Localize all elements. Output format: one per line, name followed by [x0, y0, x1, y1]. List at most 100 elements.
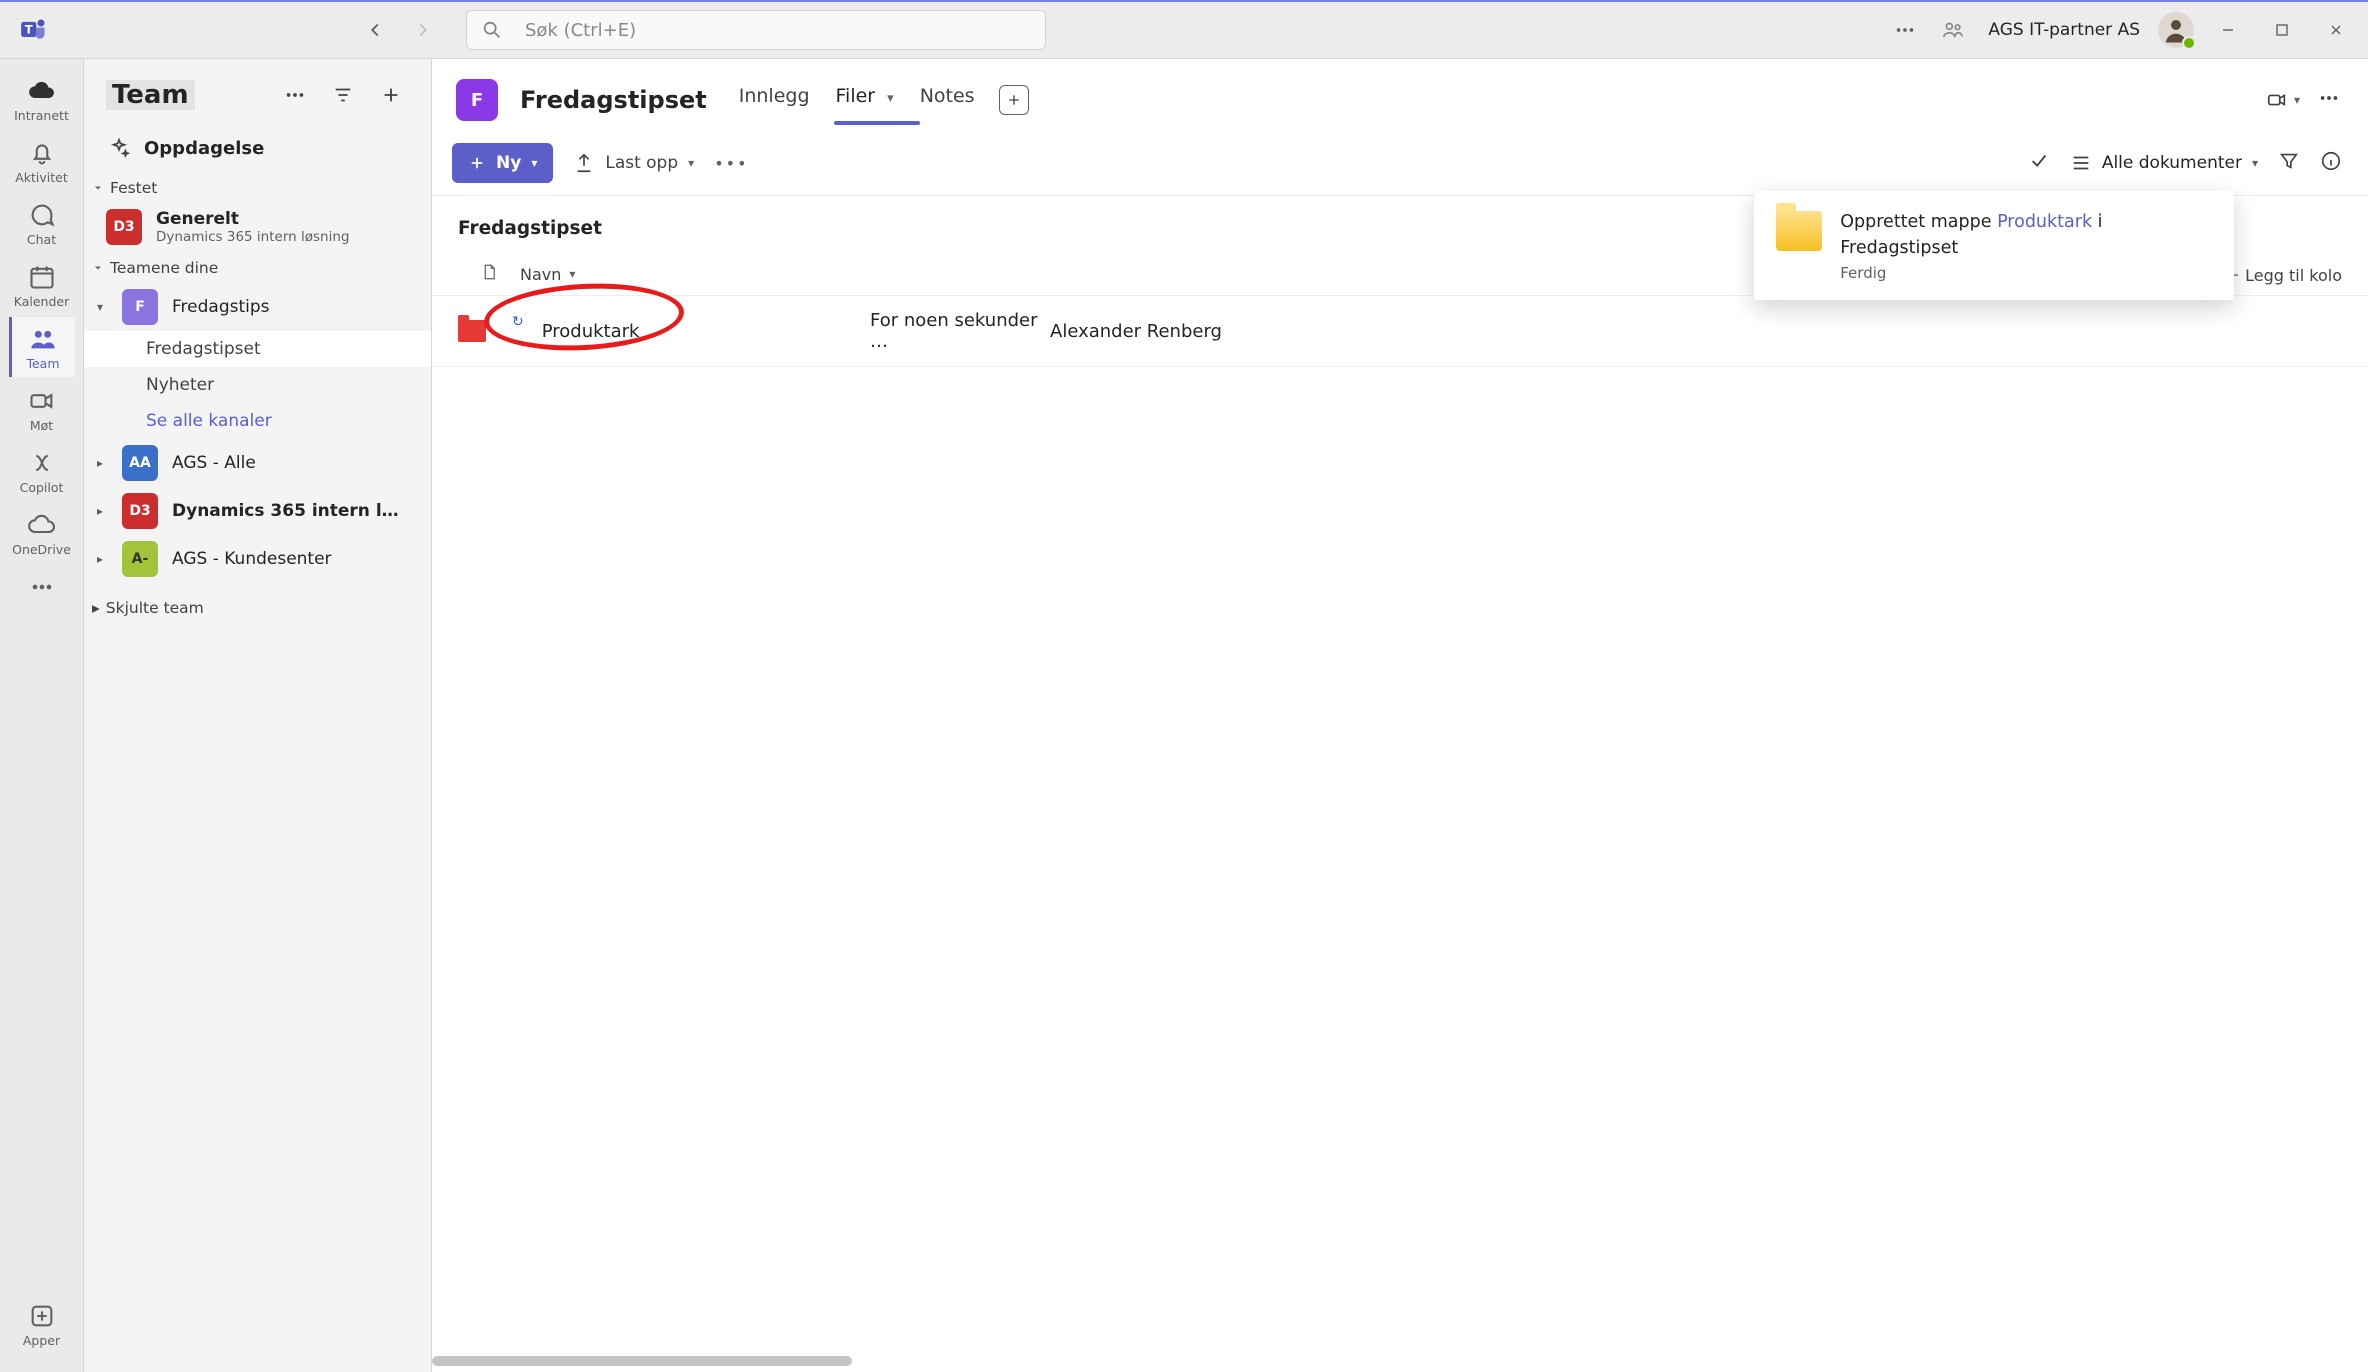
horizontal-scrollbar[interactable]	[432, 1356, 2368, 1366]
panel-filter-button[interactable]	[325, 77, 361, 113]
rail-copilot[interactable]: Copilot	[9, 441, 75, 501]
toast-message: Opprettet mappe Produktark i Fredagstips…	[1840, 209, 2212, 262]
tenant-name: AGS IT-partner AS	[1988, 20, 2140, 40]
tab-posts[interactable]: Innlegg	[737, 75, 812, 125]
chevron-down-icon: ▾	[2294, 93, 2300, 107]
cloud-outline-icon	[28, 511, 56, 539]
rail-kalender[interactable]: Kalender	[9, 255, 75, 315]
team-ags-alle[interactable]: ▸ AA AGS - Alle	[84, 439, 431, 487]
chevron-down-icon: ▾	[2252, 156, 2258, 170]
search-input[interactable]	[525, 20, 1031, 41]
channel-more-button[interactable]	[2318, 87, 2340, 113]
nav-back-button[interactable]	[354, 9, 396, 51]
toast-folder-created: Opprettet mappe Produktark i Fredagstips…	[1754, 191, 2234, 300]
sync-icon: ↻	[512, 314, 524, 330]
chevron-down-icon: ▾	[531, 156, 537, 170]
rail-team[interactable]: Team	[9, 317, 75, 377]
panel-more-button[interactable]	[277, 77, 313, 113]
plus-icon	[468, 154, 486, 172]
panel-add-button[interactable]	[373, 77, 409, 113]
see-all-channels[interactable]: Se alle kanaler	[84, 403, 431, 439]
file-row-produktark[interactable]: ↻ Produktark For noen sekunder … Alexand…	[432, 296, 2368, 367]
main-content: F Fredagstipset Innlegg Filer ▾ Notes ▾	[432, 59, 2368, 1372]
team-d365[interactable]: ▸ D3 Dynamics 365 intern l…	[84, 487, 431, 535]
column-type-icon[interactable]	[458, 261, 520, 287]
upload-icon	[573, 152, 595, 174]
upload-button[interactable]: Last opp ▾	[573, 152, 694, 174]
channel-fredagstipset[interactable]: Fredagstipset	[84, 331, 431, 367]
panel-title: Team	[106, 80, 195, 110]
chevron-down-icon: ▾	[887, 91, 894, 106]
video-icon	[2266, 89, 2288, 111]
chevron-right-icon: ▸	[92, 504, 108, 518]
rail-chat[interactable]: Chat	[9, 193, 75, 253]
add-column-button[interactable]: ＋ Legg til kolo	[2224, 262, 2342, 286]
teams-logo-icon: T	[16, 12, 52, 48]
team-badge: AA	[122, 445, 158, 481]
apps-icon	[28, 1302, 56, 1330]
rail-aktivitet[interactable]: Aktivitet	[9, 131, 75, 191]
chevron-down-icon: ▾	[92, 300, 108, 314]
chevron-right-icon: ▸	[92, 552, 108, 566]
section-your-teams[interactable]: Teamene dine	[84, 251, 431, 283]
rail-intranett[interactable]: Intranett	[9, 69, 75, 129]
window-minimize-button[interactable]	[2204, 9, 2252, 51]
bell-icon	[28, 139, 56, 167]
more-icon	[28, 573, 56, 601]
new-button[interactable]: Ny ▾	[452, 143, 553, 183]
more-options-button[interactable]	[1884, 9, 1926, 51]
teams-panel: Team Oppdagelse Festet D3 Generelt Dynam…	[84, 59, 432, 1372]
team-badge: D3	[122, 493, 158, 529]
tab-notes[interactable]: Notes	[918, 75, 977, 125]
chevron-down-icon: ▾	[569, 267, 575, 281]
team-icon	[29, 325, 57, 353]
toolbar-check-button[interactable]	[2028, 150, 2050, 176]
toast-link[interactable]: Produktark	[1997, 212, 2092, 232]
window-close-button[interactable]	[2312, 9, 2360, 51]
user-avatar[interactable]	[2158, 12, 2194, 48]
folder-icon	[1776, 211, 1822, 251]
tab-files[interactable]: Filer ▾	[834, 75, 896, 125]
chat-icon	[28, 201, 56, 229]
search-box[interactable]	[466, 10, 1046, 50]
view-selector[interactable]: Alle dokumenter ▾	[2070, 152, 2258, 174]
title-bar: T AGS IT-partner AS	[0, 0, 2368, 59]
files-toolbar: Ny ▾ Last opp ▾ ••• Alle dokumenter ▾	[432, 131, 2368, 196]
team-fredagstips[interactable]: ▾ F Fredagstips	[84, 283, 431, 331]
channel-badge: F	[456, 79, 498, 121]
meet-button[interactable]: ▾	[2266, 89, 2300, 111]
column-name[interactable]: Navn ▾	[520, 265, 870, 284]
filter-button[interactable]	[2278, 150, 2300, 176]
rail-onedrive[interactable]: OneDrive	[9, 503, 75, 563]
toolbar-more-button[interactable]: •••	[714, 154, 748, 173]
folder-icon	[458, 320, 486, 342]
list-icon	[2070, 152, 2092, 174]
toast-status: Ferdig	[1840, 264, 2212, 282]
channel-header: F Fredagstipset Innlegg Filer ▾ Notes ▾	[432, 59, 2368, 125]
channel-nyheter[interactable]: Nyheter	[84, 367, 431, 403]
section-pinned[interactable]: Festet	[84, 171, 431, 203]
window-maximize-button[interactable]	[2258, 9, 2306, 51]
search-icon	[481, 19, 503, 41]
pinned-generelt[interactable]: D3 Generelt Dynamics 365 intern løsning	[84, 203, 431, 251]
video-icon	[28, 387, 56, 415]
chevron-right-icon: ▸	[92, 599, 100, 617]
rail-more[interactable]	[9, 565, 75, 607]
people-icon[interactable]	[1932, 9, 1974, 51]
nav-forward-button[interactable]	[402, 9, 444, 51]
rail-mot[interactable]: Møt	[9, 379, 75, 439]
info-button[interactable]	[2320, 150, 2342, 176]
chevron-down-icon	[92, 182, 104, 194]
add-tab-button[interactable]	[999, 85, 1029, 115]
calendar-icon	[28, 263, 56, 291]
team-kundesenter[interactable]: ▸ A- AGS - Kundesenter	[84, 535, 431, 583]
chevron-down-icon	[92, 262, 104, 274]
cloud-icon	[28, 77, 56, 105]
rail-apper[interactable]: Apper	[9, 1294, 75, 1354]
svg-text:T: T	[25, 23, 33, 37]
team-badge: A-	[122, 541, 158, 577]
discover-button[interactable]: Oppdagelse	[84, 125, 431, 171]
section-hidden-teams[interactable]: ▸ Skjulte team	[84, 591, 431, 623]
channel-title: Fredagstipset	[520, 86, 707, 114]
team-badge: F	[122, 289, 158, 325]
